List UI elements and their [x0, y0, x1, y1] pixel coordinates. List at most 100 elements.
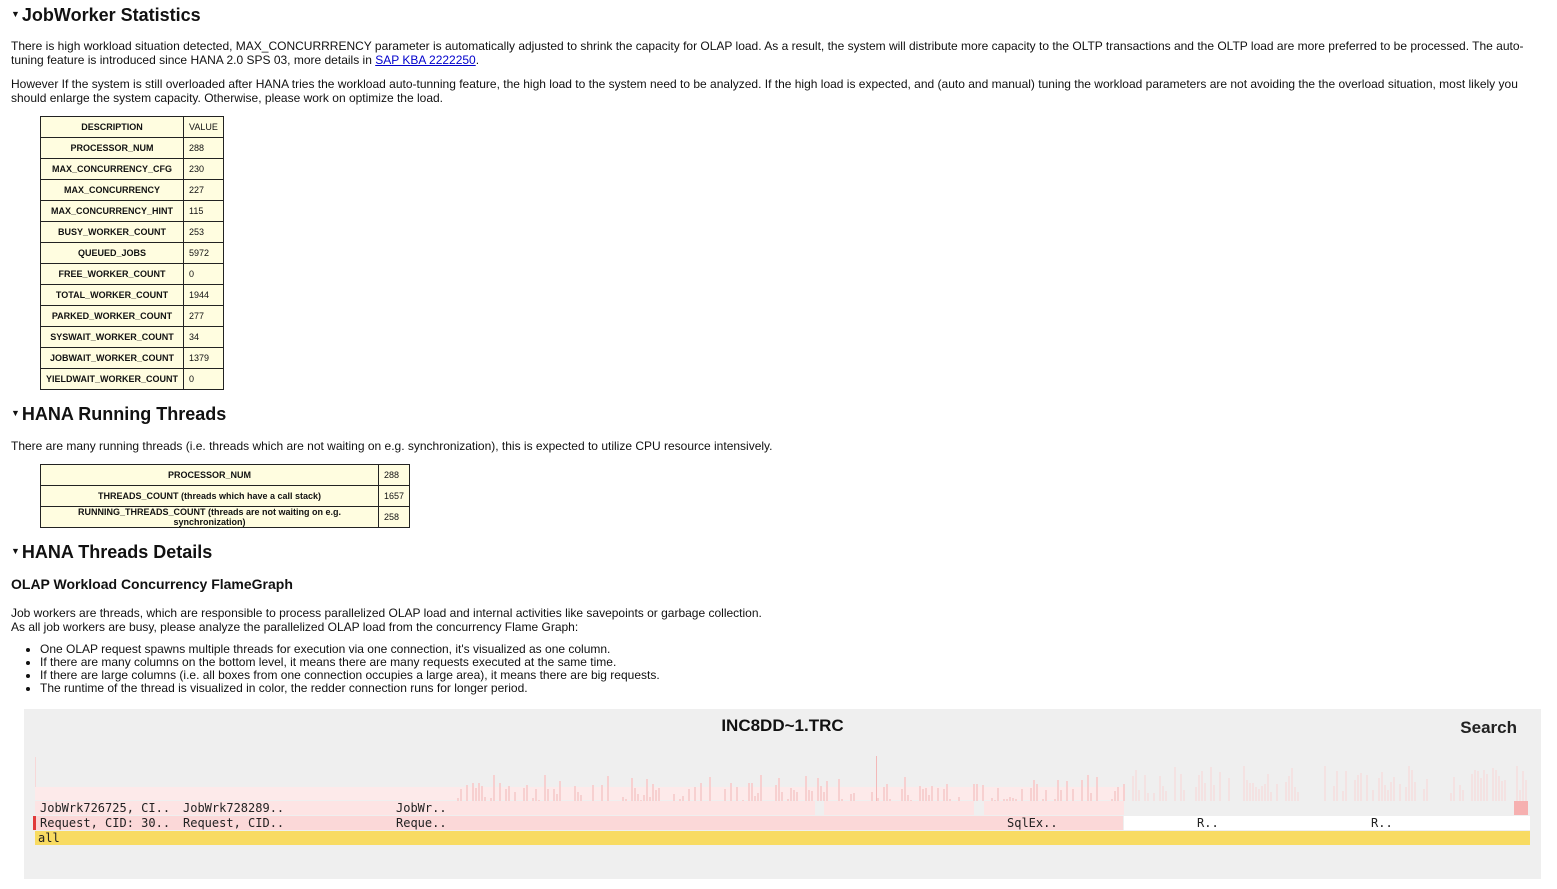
flame-frame-thread[interactable]: [592, 785, 594, 801]
flame-frame-thread[interactable]: [820, 786, 822, 801]
flame-frame-thread[interactable]: [883, 787, 885, 801]
flame-frame-thread[interactable]: [1525, 780, 1527, 801]
flame-frame-thread[interactable]: [526, 785, 528, 801]
flame-frame-thread[interactable]: [838, 779, 840, 801]
flame-frame-thread[interactable]: [1285, 782, 1287, 801]
flame-frame-thread[interactable]: [877, 798, 879, 801]
flame-frame-thread[interactable]: [1066, 781, 1068, 801]
flame-frame-thread[interactable]: [1135, 770, 1137, 801]
flame-frame-thread[interactable]: [793, 790, 795, 801]
flame-frame-thread[interactable]: [1516, 766, 1518, 801]
flame-frame-thread[interactable]: [1276, 784, 1278, 801]
flame-frame-thread[interactable]: [754, 796, 756, 801]
flame-frame-thread[interactable]: [577, 792, 579, 801]
flame-frame-thread[interactable]: [1522, 771, 1524, 801]
section-title-jobworker[interactable]: ▼ JobWorker Statistics: [11, 5, 201, 26]
flame-frame-thread[interactable]: [1165, 791, 1167, 801]
flame-frame-thread[interactable]: [655, 790, 657, 801]
flame-frame-thread[interactable]: [1060, 790, 1062, 801]
flame-frame-thread[interactable]: [949, 799, 951, 801]
flame-frame-thread[interactable]: [1114, 791, 1116, 801]
flame-frame-thread[interactable]: [1357, 775, 1359, 801]
flame-frame-thread[interactable]: [1459, 785, 1461, 801]
flame-frame-thread[interactable]: [982, 785, 984, 801]
flame-frame-thread[interactable]: [1030, 788, 1032, 801]
flame-frame-thread[interactable]: [1498, 776, 1500, 801]
flame-frame-thread[interactable]: [460, 789, 462, 801]
flame-frame-thread[interactable]: [673, 794, 675, 801]
flame-frame-thread[interactable]: [931, 786, 933, 801]
flame-frame-thread[interactable]: [481, 786, 483, 801]
flame-frame-thread[interactable]: [1057, 780, 1059, 801]
flame-frame-thread[interactable]: [1267, 774, 1269, 801]
flame-frame-thread[interactable]: [826, 781, 828, 801]
flame-frame-thread[interactable]: [1198, 775, 1200, 801]
flame-frame-thread[interactable]: [559, 781, 561, 801]
flamegraph[interactable]: all Request, CID: 30.. Request, CID.. Reque…: [24, 709, 1541, 879]
flame-frame-thread[interactable]: [523, 788, 525, 801]
flame-frame-thread[interactable]: [1492, 768, 1494, 801]
flame-frame-thread[interactable]: [730, 783, 732, 801]
flame-frame-thread[interactable]: [1081, 780, 1083, 801]
flame-frame-thread[interactable]: [1288, 776, 1290, 801]
flame-frame-request[interactable]: [1124, 816, 1530, 830]
flame-frame-thread[interactable]: [925, 788, 927, 801]
flame-frame-thread[interactable]: [631, 778, 633, 801]
flame-frame-thread[interactable]: [607, 776, 609, 801]
sap-kba-link[interactable]: SAP KBA 2222250: [375, 53, 476, 67]
flame-frame-thread[interactable]: [736, 787, 738, 801]
flame-frame-thread[interactable]: [1342, 791, 1344, 801]
flame-frame-thread[interactable]: [1111, 799, 1113, 801]
flame-frame-thread[interactable]: [973, 784, 975, 801]
collapse-caret-icon[interactable]: ▼: [11, 546, 20, 556]
flame-frame-thread[interactable]: [1495, 770, 1497, 801]
flame-frame-thread[interactable]: [1519, 790, 1521, 801]
flame-frame-thread[interactable]: [1015, 799, 1017, 801]
flame-frame-thread[interactable]: [1291, 768, 1293, 801]
flame-frame-thread[interactable]: [1009, 797, 1011, 801]
flame-frame-thread[interactable]: [850, 794, 852, 801]
flame-frame-thread[interactable]: [901, 789, 903, 801]
collapse-caret-icon[interactable]: ▼: [11, 9, 20, 19]
flame-frame-worker[interactable]: [1514, 801, 1528, 815]
flame-frame-thread[interactable]: [1210, 767, 1212, 801]
flame-frame-thread[interactable]: [1042, 799, 1044, 801]
flame-frame-thread[interactable]: [1501, 781, 1503, 801]
flame-frame-thread[interactable]: [1036, 784, 1038, 801]
flame-frame-thread[interactable]: [787, 799, 789, 801]
flame-frame-thread[interactable]: [547, 789, 549, 801]
flame-frame-thread[interactable]: [1204, 783, 1206, 801]
flame-frame-thread[interactable]: [1411, 770, 1413, 801]
flame-frame-thread[interactable]: [757, 793, 759, 801]
flame-frame-thread[interactable]: [1297, 792, 1299, 801]
flame-frame-thread[interactable]: [466, 785, 468, 801]
flame-frame-thread[interactable]: [490, 798, 492, 801]
flamegraph-search-button[interactable]: Search: [1460, 718, 1517, 738]
flame-frame-thread[interactable]: [35, 757, 36, 787]
flame-frame-thread[interactable]: [1183, 790, 1185, 801]
flame-frame-thread[interactable]: [688, 789, 690, 801]
flame-frame-thread[interactable]: [1381, 772, 1383, 801]
flame-frame-thread[interactable]: [532, 798, 534, 801]
flame-frame-thread[interactable]: [994, 800, 996, 801]
flame-frame-thread[interactable]: [928, 795, 930, 801]
flame-frame-thread[interactable]: [919, 786, 921, 801]
flame-frame-thread[interactable]: [1474, 770, 1476, 801]
flame-frame-thread[interactable]: [1147, 793, 1149, 801]
flame-frame-thread[interactable]: [694, 787, 696, 801]
flame-frame-thread[interactable]: [457, 798, 459, 801]
flame-frame-thread[interactable]: [1294, 787, 1296, 801]
flame-frame-thread[interactable]: [1360, 773, 1362, 801]
flame-frame-thread[interactable]: [1228, 778, 1230, 801]
flame-frame-thread[interactable]: [658, 788, 660, 801]
flame-frame-thread[interactable]: [544, 775, 546, 801]
flame-frame-thread[interactable]: [1213, 785, 1215, 801]
flame-frame-thread[interactable]: [601, 785, 603, 801]
flame-frame-thread[interactable]: [1123, 784, 1125, 801]
section-title-running-threads[interactable]: ▼ HANA Running Threads: [11, 404, 226, 425]
flame-frame-thread[interactable]: [1138, 790, 1140, 801]
flame-frame-thread[interactable]: [682, 796, 684, 801]
flame-frame-thread[interactable]: [991, 798, 993, 801]
flame-frame-thread[interactable]: [1477, 771, 1479, 801]
flame-frame-thread[interactable]: [1333, 786, 1335, 801]
